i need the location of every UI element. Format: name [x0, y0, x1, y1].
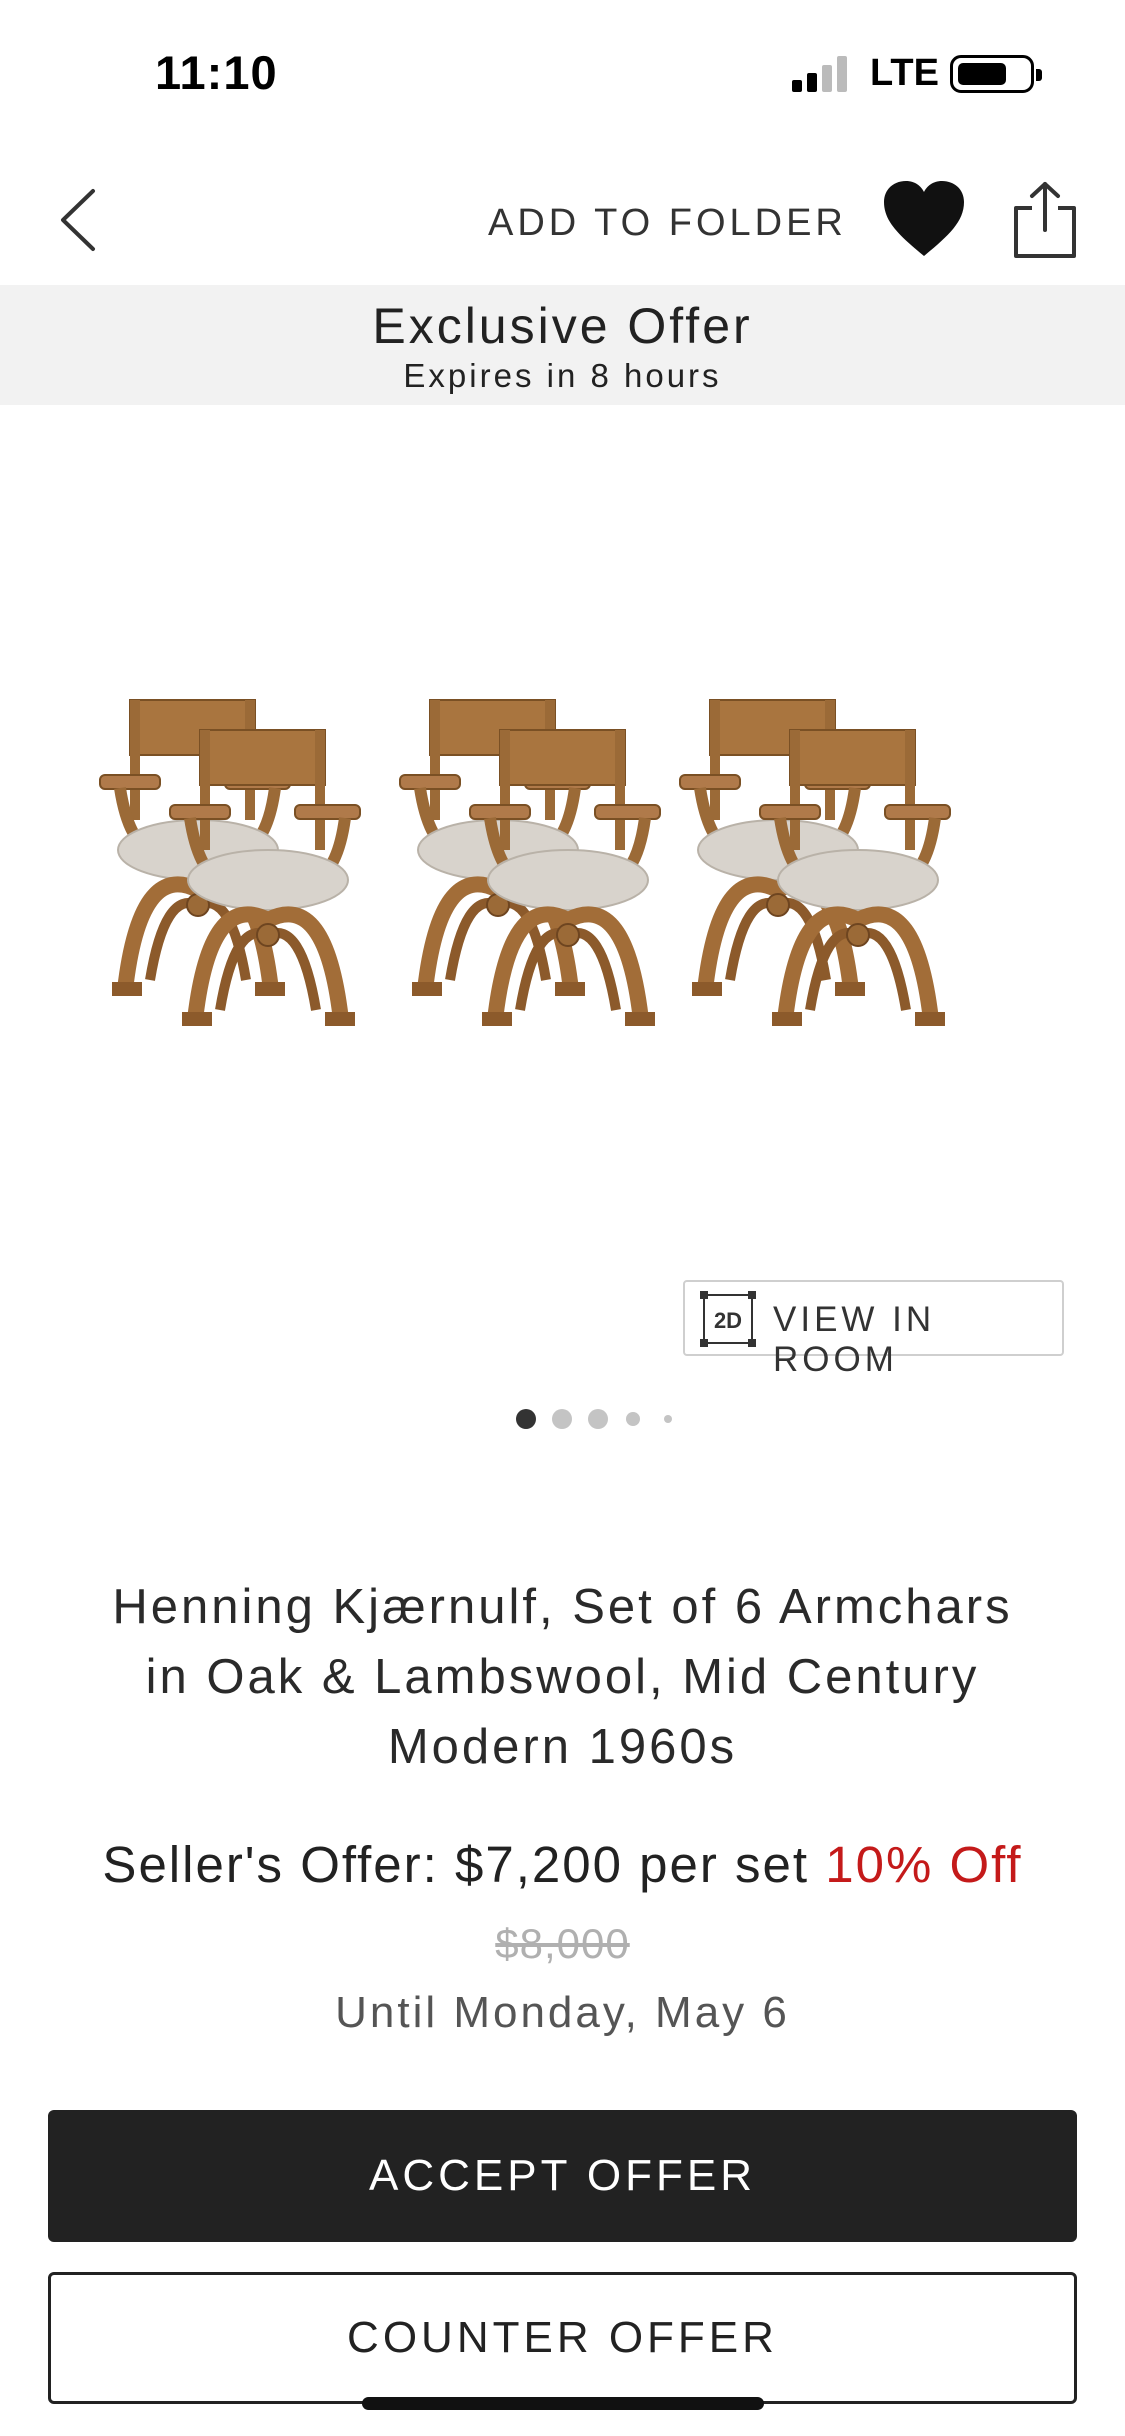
accept-offer-button[interactable]: ACCEPT OFFER	[48, 2110, 1077, 2242]
home-indicator[interactable]	[362, 2397, 764, 2410]
view-in-room-label: VIEW IN ROOM	[773, 1300, 936, 1379]
product-title: Henning Kjærnulf, Set of 6 Armchars in O…	[60, 1572, 1065, 1782]
view-in-room-button[interactable]: 2D VIEW IN ROOM	[683, 1280, 1064, 1379]
seller-offer-line: Seller's Offer: $7,200 per set 10% Off	[0, 1835, 1125, 1894]
product-title-line-2: in Oak & Lambswool, Mid Century	[145, 1650, 980, 1704]
carousel-dot-4[interactable]	[626, 1412, 640, 1426]
signal-icon	[792, 56, 847, 92]
back-button[interactable]	[42, 180, 112, 260]
product-title-line-3: Modern 1960s	[387, 1720, 738, 1774]
offer-until-date: Until Monday, May 6	[335, 1988, 790, 2037]
carousel-dot-1[interactable]	[516, 1409, 536, 1429]
carousel-dots	[510, 1400, 690, 1440]
status-bar: 11:10 LTE	[0, 0, 1125, 150]
carousel-dot-3[interactable]	[588, 1409, 608, 1429]
product-offer-screen: 11:10 LTE ADD TO FOLDER Exclusive Offer …	[0, 0, 1125, 2436]
chevron-left-icon	[61, 189, 95, 251]
add-to-folder-button[interactable]: ADD TO FOLDER	[488, 202, 847, 245]
view-2d-icon: 2D	[700, 1291, 756, 1347]
battery-icon	[950, 55, 1042, 93]
status-time: 11:10	[155, 46, 278, 99]
exclusive-offer-banner: Exclusive Offer Expires in 8 hours	[0, 285, 1125, 405]
discount-badge: 10% Off	[825, 1836, 1023, 1893]
offer-banner-title: Exclusive Offer	[372, 298, 753, 354]
carousel-dot-5[interactable]	[664, 1415, 672, 1423]
carousel-dot-2[interactable]	[552, 1409, 572, 1429]
original-price: $8,000	[495, 1920, 630, 1967]
share-icon[interactable]	[1010, 180, 1080, 260]
counter-offer-button[interactable]: COUNTER OFFER	[48, 2272, 1077, 2404]
product-image[interactable]	[90, 690, 1035, 1090]
seller-offer-price: Seller's Offer: $7,200 per set	[102, 1836, 810, 1893]
network-label: LTE	[870, 52, 939, 94]
nav-bar: ADD TO FOLDER	[0, 150, 1125, 285]
product-title-line-1: Henning Kjærnulf, Set of 6 Armchars	[112, 1580, 1013, 1634]
offer-banner-expiry: Expires in 8 hours	[403, 357, 722, 394]
heart-icon[interactable]	[880, 178, 968, 260]
view-2d-badge: 2D	[714, 1308, 742, 1333]
